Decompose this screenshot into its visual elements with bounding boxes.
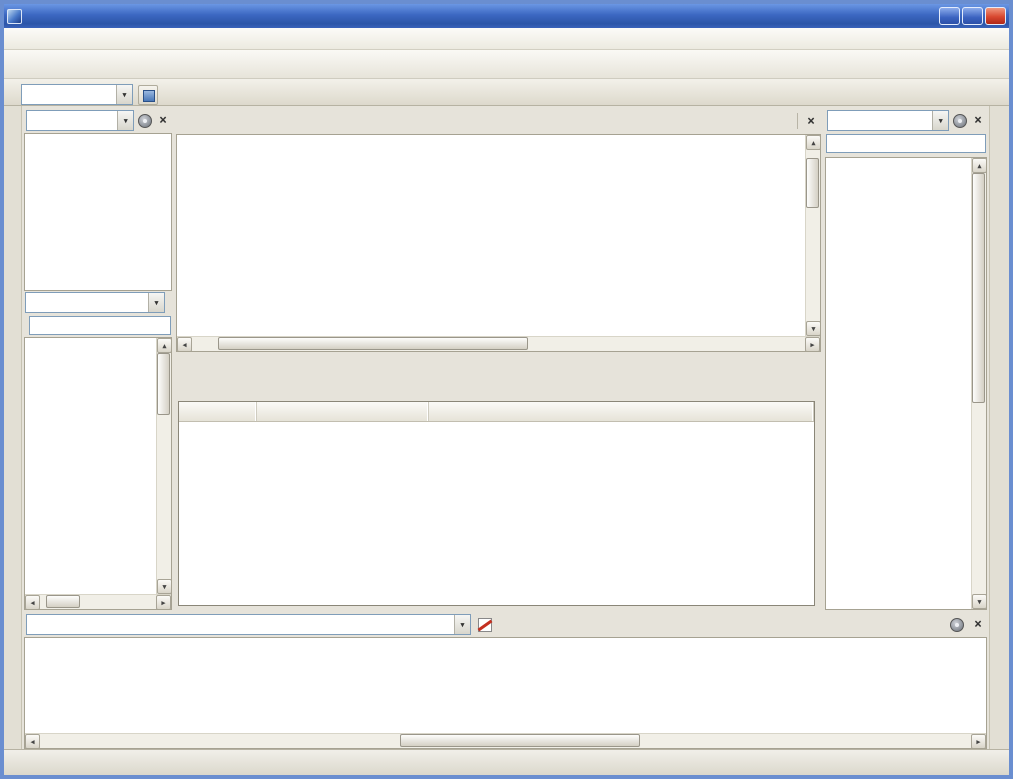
combo-arrow-icon[interactable]: ▼ [116, 85, 132, 104]
column-header-name[interactable] [179, 402, 257, 421]
godoc-vertical-scrollbar[interactable]: ▲ ▼ [156, 338, 171, 594]
scroll-right-icon[interactable]: ▶ [805, 337, 820, 352]
debug-output-close-icon[interactable]: × [971, 618, 985, 631]
godoc-find-row [24, 314, 172, 337]
godoc-horizontal-scrollbar[interactable]: ◀ ▶ [25, 594, 171, 609]
build-target-combo[interactable]: ▼ [21, 84, 133, 105]
editor-vertical-scrollbar[interactable]: ▲ ▼ [805, 135, 820, 336]
scroll-left-icon[interactable]: ◀ [25, 595, 40, 610]
scroll-track[interactable] [806, 150, 820, 321]
content-row: ▼ × ▼ [4, 106, 1009, 749]
left-sidebar-strip [4, 106, 22, 749]
editor-area: × ▲ ▼ ◀ [176, 108, 821, 610]
scroll-left-icon[interactable]: ◀ [25, 734, 40, 749]
variables-table-body [179, 422, 814, 605]
titlebar[interactable] [4, 4, 1009, 28]
variables-table-header [179, 402, 814, 422]
scroll-up-icon[interactable]: ▲ [157, 338, 171, 353]
debug-output-combo[interactable]: ▼ [26, 614, 471, 635]
outline-panel: ▼ × ▲ ▼ [825, 108, 987, 610]
maximize-button[interactable] [962, 7, 983, 25]
middle-column: ▼ × ▼ [22, 106, 989, 749]
godoc-list [25, 338, 156, 594]
separator [797, 113, 798, 129]
app-icon [7, 9, 22, 24]
projects-tree [24, 133, 172, 291]
editor-horizontal-scrollbar[interactable]: ◀ ▶ [177, 336, 820, 351]
menubar [4, 28, 1009, 50]
scroll-left-icon[interactable]: ◀ [177, 337, 192, 352]
combo-arrow-icon[interactable]: ▼ [148, 293, 164, 312]
scroll-thumb[interactable] [218, 337, 528, 350]
scroll-right-icon[interactable]: ▶ [156, 595, 171, 610]
tabbar: ▼ [4, 79, 1009, 106]
close-button[interactable] [985, 7, 1006, 25]
scroll-track[interactable] [40, 595, 156, 609]
outline-vertical-scrollbar[interactable]: ▲ ▼ [971, 158, 986, 609]
debug-output-panel: ▼ × ◀ ▶ [24, 612, 987, 749]
variables-table [178, 401, 815, 606]
right-sidebar-strip [989, 106, 1009, 749]
scroll-track[interactable] [972, 173, 986, 594]
code-editor: ▲ ▼ ◀ ▶ [176, 134, 821, 352]
projects-panel-header: ▼ × [24, 108, 172, 133]
debug-tabs [176, 379, 821, 401]
debug-toolbar [176, 352, 821, 379]
projects-panel: ▼ × ▼ [24, 108, 172, 610]
outline-filter-input[interactable] [826, 134, 986, 153]
editor-close-icon[interactable]: × [804, 115, 818, 128]
scroll-track[interactable] [192, 337, 805, 351]
scroll-up-icon[interactable]: ▲ [972, 158, 987, 173]
main-toolbar [4, 50, 1009, 79]
outline-combo[interactable]: ▼ [827, 110, 949, 131]
outline-panel-header: ▼ × [825, 108, 987, 133]
outline-filter-row [825, 133, 987, 157]
projects-menu-gear-icon[interactable] [138, 114, 152, 128]
column-header-value[interactable] [257, 402, 429, 421]
godoc-combo-row: ▼ [24, 291, 172, 314]
scroll-thumb[interactable] [46, 595, 80, 608]
combo-arrow-icon[interactable]: ▼ [117, 111, 133, 130]
outline-close-icon[interactable]: × [971, 114, 985, 127]
debug-output-horizontal-scrollbar[interactable]: ◀ ▶ [25, 733, 986, 748]
debug-output-gear-icon[interactable] [950, 618, 964, 632]
clear-output-icon[interactable] [478, 618, 492, 632]
outline-menu-gear-icon[interactable] [953, 114, 967, 128]
scroll-down-icon[interactable]: ▼ [806, 321, 820, 336]
combo-arrow-icon[interactable]: ▼ [454, 615, 470, 634]
combo-arrow-icon[interactable]: ▼ [932, 111, 948, 130]
godoc-combo[interactable]: ▼ [25, 292, 165, 313]
editor-toolbar: × [176, 108, 821, 134]
scroll-thumb[interactable] [972, 173, 985, 403]
main-row: ▼ × ▼ [22, 106, 989, 612]
scroll-right-icon[interactable]: ▶ [971, 734, 986, 749]
godoc-list-container: ▲ ▼ ◀ ▶ [24, 337, 172, 610]
outline-tree-container: ▲ ▼ [825, 157, 987, 610]
debug-output-body: ◀ ▶ [24, 637, 987, 749]
projects-close-icon[interactable]: × [156, 114, 170, 127]
debug-output-header: ▼ × [24, 612, 987, 637]
godoc-filter-input[interactable] [29, 316, 171, 335]
scroll-up-icon[interactable]: ▲ [806, 135, 820, 150]
code-lines [177, 135, 805, 336]
liteide-window: ▼ ▼ × [0, 0, 1013, 779]
projects-combo[interactable]: ▼ [26, 110, 134, 131]
minimize-button[interactable] [939, 7, 960, 25]
scroll-down-icon[interactable]: ▼ [972, 594, 987, 609]
scroll-thumb[interactable] [806, 158, 819, 208]
column-header-type[interactable] [429, 402, 814, 421]
debug-output-text[interactable] [25, 638, 986, 733]
statusbar [4, 749, 1009, 775]
scroll-down-icon[interactable]: ▼ [157, 579, 171, 594]
target-options-button[interactable] [138, 85, 158, 105]
window-controls [939, 7, 1006, 25]
scroll-thumb[interactable] [157, 353, 170, 415]
scroll-track[interactable] [40, 734, 971, 748]
outline-tree [826, 158, 971, 609]
scroll-thumb[interactable] [400, 734, 640, 747]
scroll-track[interactable] [157, 353, 171, 579]
